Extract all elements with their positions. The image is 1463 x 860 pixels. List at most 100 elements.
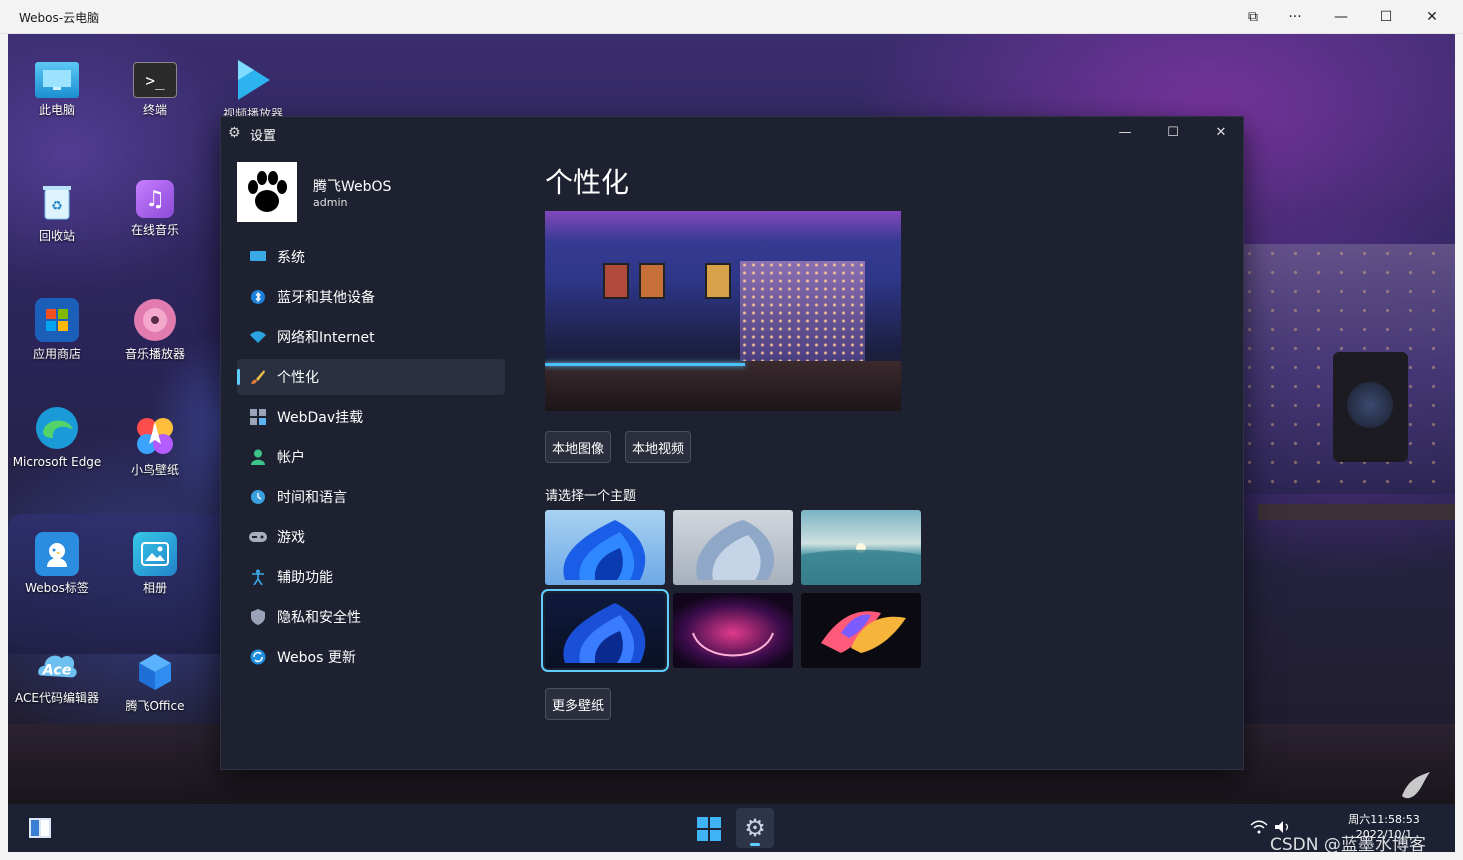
theme-tile-selected[interactable] — [541, 589, 669, 672]
desktop-icon-label: 在线音乐 — [130, 223, 179, 237]
minimize-icon: — — [1118, 124, 1132, 140]
bird-watermark-icon — [1396, 770, 1436, 804]
nav-item-label: WebDav挂载 — [277, 410, 364, 426]
theme-section-label: 请选择一个主题 — [545, 489, 637, 504]
wallpaper-desk — [1258, 504, 1455, 520]
desktop-icon-label: 腾飞Office — [125, 699, 185, 713]
desktop-icon-bird-wallpaper[interactable]: 小鸟壁纸 — [109, 414, 201, 478]
wifi-tray-icon[interactable] — [1250, 820, 1268, 834]
close-icon: ✕ — [1215, 124, 1227, 140]
desktop-icon-app-store[interactable]: 应用商店 — [11, 298, 103, 362]
photo-icon — [133, 532, 177, 576]
outer-window-title: Webos-云电脑 — [19, 11, 100, 25]
windows-logo-icon — [697, 817, 721, 841]
desktop-icon-label: 终端 — [142, 103, 167, 117]
settings-window: ⚙ 设置 — ☐ ✕ 腾飞WebOS admin 系统 蓝牙和其他设备 网络和I… — [220, 116, 1244, 770]
taskbar-settings-button[interactable]: ⚙ — [736, 808, 774, 848]
user-profile[interactable]: 腾飞WebOS admin — [237, 162, 507, 222]
desktop-icon-webos-tag[interactable]: Webos标签 — [11, 532, 103, 596]
outer-minimize-button[interactable]: — — [1318, 0, 1364, 34]
video-player-icon — [231, 58, 275, 102]
nav-item-label: Webos 更新 — [277, 650, 356, 666]
minimize-icon: — — [1334, 9, 1348, 25]
bottom-strip — [0, 852, 1463, 860]
desktop-icon-label: 小鸟壁纸 — [130, 463, 179, 477]
desktop-icon-online-music[interactable]: ♫ 在线音乐 — [109, 180, 201, 238]
nav-item-bluetooth[interactable]: 蓝牙和其他设备 — [237, 279, 505, 315]
show-desktop-button[interactable] — [28, 816, 52, 840]
desktop-icon-label: 应用商店 — [32, 347, 81, 361]
more-wallpapers-button[interactable]: 更多壁纸 — [545, 688, 612, 720]
window-panel-icon — [29, 818, 51, 838]
cast-button[interactable]: ⧉ — [1230, 0, 1276, 34]
maximize-icon: ☐ — [1379, 9, 1393, 25]
outer-maximize-button[interactable]: ☐ — [1363, 0, 1409, 34]
desktop-icon-label: 回收站 — [38, 229, 75, 243]
wallpaper-preview — [545, 211, 901, 411]
shield-icon — [249, 608, 267, 626]
more-button[interactable]: ··· — [1272, 0, 1318, 34]
nav-item-network[interactable]: 网络和Internet — [237, 319, 505, 355]
local-image-button[interactable]: 本地图像 — [545, 431, 612, 463]
gear-icon: ⚙ — [228, 125, 241, 141]
desktop-icon-music-player[interactable]: 音乐播放器 — [109, 298, 201, 362]
nav-item-update[interactable]: Webos 更新 — [237, 639, 505, 675]
nav-item-webdav[interactable]: WebDav挂载 — [237, 399, 505, 435]
paw-icon — [248, 171, 287, 212]
nav-item-accessibility[interactable]: 辅助功能 — [237, 559, 505, 595]
nav-item-personalization[interactable]: 个性化 — [237, 359, 505, 395]
edge-icon — [35, 406, 79, 450]
account-icon — [249, 448, 267, 466]
ace-icon: Ace — [35, 642, 79, 686]
settings-close-button[interactable]: ✕ — [1197, 117, 1245, 147]
desktop-icon-photos[interactable]: 相册 — [109, 532, 201, 596]
nav-item-time-language[interactable]: 时间和语言 — [237, 479, 505, 515]
desktop-icon-video-player[interactable]: 视频播放器 — [207, 58, 299, 120]
nav-item-privacy[interactable]: 隐私和安全性 — [237, 599, 505, 635]
taskbar: ⚙ 周六11:58:53 2022/10/1 CSDN @蓝墨水博客 — [8, 804, 1455, 855]
disc-icon — [133, 298, 177, 342]
desktop-icon-edge[interactable]: Microsoft Edge — [11, 406, 103, 470]
outer-close-button[interactable]: ✕ — [1409, 0, 1455, 34]
theme-tile[interactable] — [801, 593, 921, 668]
clock-time[interactable]: 周六11:58:53 — [1344, 813, 1424, 827]
settings-title: 设置 — [250, 129, 277, 144]
desktop-icon-ace-editor[interactable]: Ace ACE代码编辑器 — [11, 642, 103, 706]
avatar — [237, 162, 297, 222]
profile-name: 腾飞WebOS — [313, 179, 392, 195]
desktop-icon-recycle-bin[interactable]: ♻ 回收站 — [11, 180, 103, 244]
running-indicator — [750, 843, 760, 846]
settings-maximize-button[interactable]: ☐ — [1149, 117, 1197, 147]
theme-tile[interactable] — [673, 510, 793, 585]
music-icon: ♫ — [136, 180, 174, 218]
nav-item-system[interactable]: 系统 — [237, 239, 505, 275]
desktop-icon-office[interactable]: 腾飞Office — [109, 650, 201, 714]
nav-item-label: 系统 — [277, 250, 305, 266]
svg-text:Ace: Ace — [42, 663, 72, 679]
nav-item-account[interactable]: 帐户 — [237, 439, 505, 475]
nav-item-gaming[interactable]: 游戏 — [237, 519, 505, 555]
nav-item-label: 帐户 — [277, 450, 305, 466]
nav-item-label: 蓝牙和其他设备 — [277, 290, 375, 306]
desktop-icon-terminal[interactable]: >_ 终端 — [109, 62, 201, 118]
settings-minimize-button[interactable]: — — [1101, 117, 1149, 147]
desktop-icon-label: Webos标签 — [25, 581, 89, 595]
theme-tile[interactable] — [545, 510, 665, 585]
clock-icon — [249, 488, 267, 506]
desktop-icon-this-pc[interactable]: 此电脑 — [11, 62, 103, 118]
terminal-icon: >_ — [133, 62, 177, 98]
store-icon — [35, 298, 79, 342]
brush-icon — [249, 368, 267, 386]
theme-tile[interactable] — [801, 510, 921, 585]
settings-titlebar[interactable]: ⚙ 设置 — ☐ ✕ — [221, 117, 1243, 147]
desktop-icon-label: ACE代码编辑器 — [15, 691, 99, 705]
local-video-button[interactable]: 本地视频 — [625, 431, 692, 463]
desktop-icon-label: 此电脑 — [38, 103, 75, 117]
office-cube-icon — [133, 650, 177, 694]
theme-tile[interactable] — [673, 593, 793, 668]
nav-item-label: 网络和Internet — [277, 330, 375, 346]
wallpaper-speaker — [1333, 352, 1408, 462]
bird-wallpaper-icon — [133, 414, 177, 458]
start-button[interactable] — [696, 816, 722, 842]
outer-titlebar: Webos-云电脑 ⧉ ··· — ☐ ✕ — [0, 0, 1463, 34]
